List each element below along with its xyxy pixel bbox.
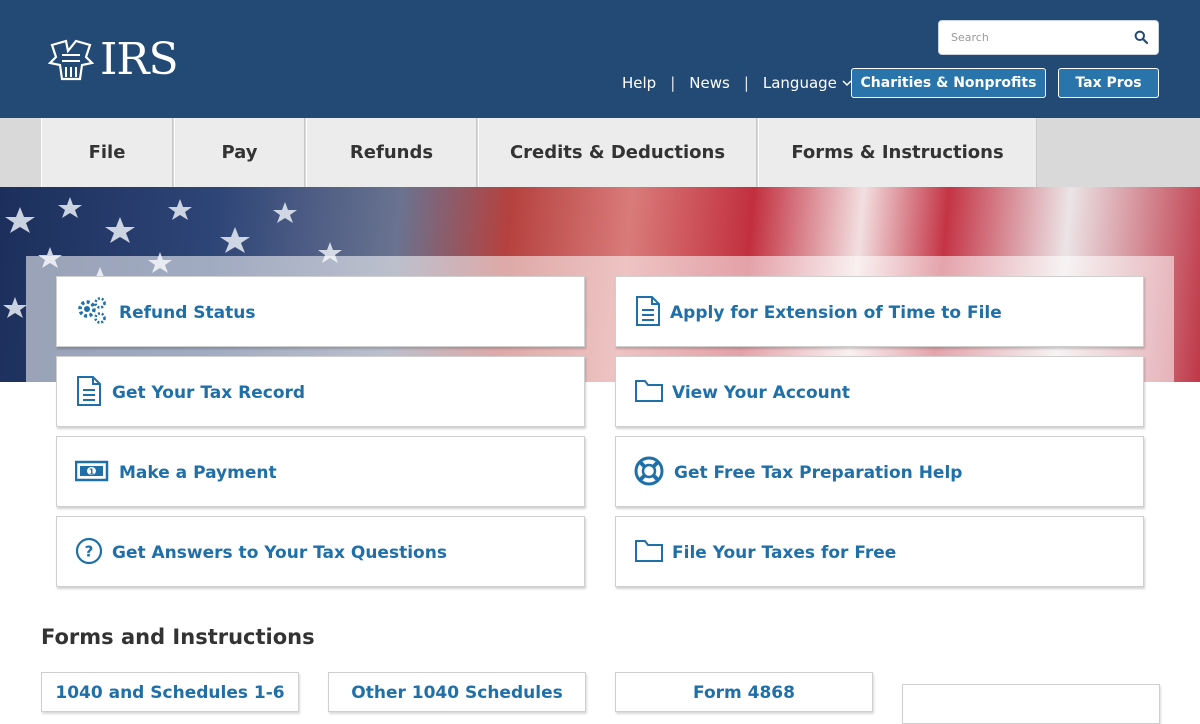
gears-icon [78,297,106,324]
folder-icon [635,540,663,562]
card-label: Get Answers to Your Tax Questions [112,543,447,563]
tab-pay[interactable]: Pay [174,118,305,187]
language-dropdown[interactable]: Language [763,74,852,92]
tab-refunds[interactable]: Refunds [306,118,477,187]
svg-text:?: ? [85,543,94,561]
tax-pros-button[interactable]: Tax Pros [1058,68,1159,98]
card-label: Get Free Tax Preparation Help [674,463,963,483]
divider: | [743,74,749,92]
tab-forms-instructions[interactable]: Forms & Instructions [758,118,1037,187]
search-icon[interactable] [1134,30,1148,44]
refund-status-card[interactable]: Refund Status [56,276,585,347]
utility-nav: Help | News | Language | [622,70,885,96]
card-label: File Your Taxes for Free [672,543,897,563]
apply-extension-card[interactable]: Apply for Extension of Time to File [615,276,1144,347]
document-icon [636,296,660,326]
logo-wordmark: IRS [100,34,179,85]
form-card-4868[interactable]: Form 4868 [615,672,873,712]
tab-credits-deductions[interactable]: Credits & Deductions [478,118,757,187]
document-icon [77,376,101,406]
form-card-label [903,685,1159,695]
form-card-label: 1040 and Schedules 1-6 [55,683,285,703]
form-card-4[interactable] [902,684,1160,724]
charities-nonprofits-button[interactable]: Charities & Nonprofits [851,68,1046,98]
folder-icon [635,380,663,402]
main-nav: File Pay Refunds Credits & Deductions Fo… [0,118,1200,187]
language-label: Language [762,74,837,92]
news-link[interactable]: News [689,74,730,92]
svg-text:1: 1 [89,468,95,477]
form-card-1040[interactable]: 1040 and Schedules 1-6 [41,672,299,712]
card-label: Make a Payment [119,463,277,483]
free-tax-prep-help-card[interactable]: Get Free Tax Preparation Help [615,436,1144,507]
site-header: IRS Help | News | Language | Charities &… [0,0,1200,118]
search-box [938,20,1159,55]
forms-section-title: Forms and Instructions [41,625,315,649]
form-card-label: Form 4868 [693,683,795,703]
card-label: Get Your Tax Record [112,383,306,403]
view-account-card[interactable]: View Your Account [615,356,1144,427]
search-input[interactable] [939,21,1119,54]
help-link[interactable]: Help [622,74,656,92]
form-card-label: Other 1040 Schedules [351,683,563,703]
make-payment-card[interactable]: 1 Make a Payment [56,436,585,507]
lifebuoy-icon [634,456,664,486]
get-tax-record-card[interactable]: Get Your Tax Record [56,356,585,427]
question-icon: ? [75,537,103,565]
money-icon: 1 [75,460,109,482]
eagle-icon [47,39,95,81]
file-taxes-free-card[interactable]: File Your Taxes for Free [615,516,1144,587]
tax-questions-card[interactable]: ? Get Answers to Your Tax Questions [56,516,585,587]
card-label: View Your Account [672,383,850,403]
divider: | [670,74,676,92]
tab-file[interactable]: File [41,118,173,187]
card-label: Refund Status [119,303,256,323]
irs-logo[interactable]: IRS [46,34,179,85]
card-label: Apply for Extension of Time to File [670,303,1002,323]
form-card-other-1040-schedules[interactable]: Other 1040 Schedules [328,672,586,712]
